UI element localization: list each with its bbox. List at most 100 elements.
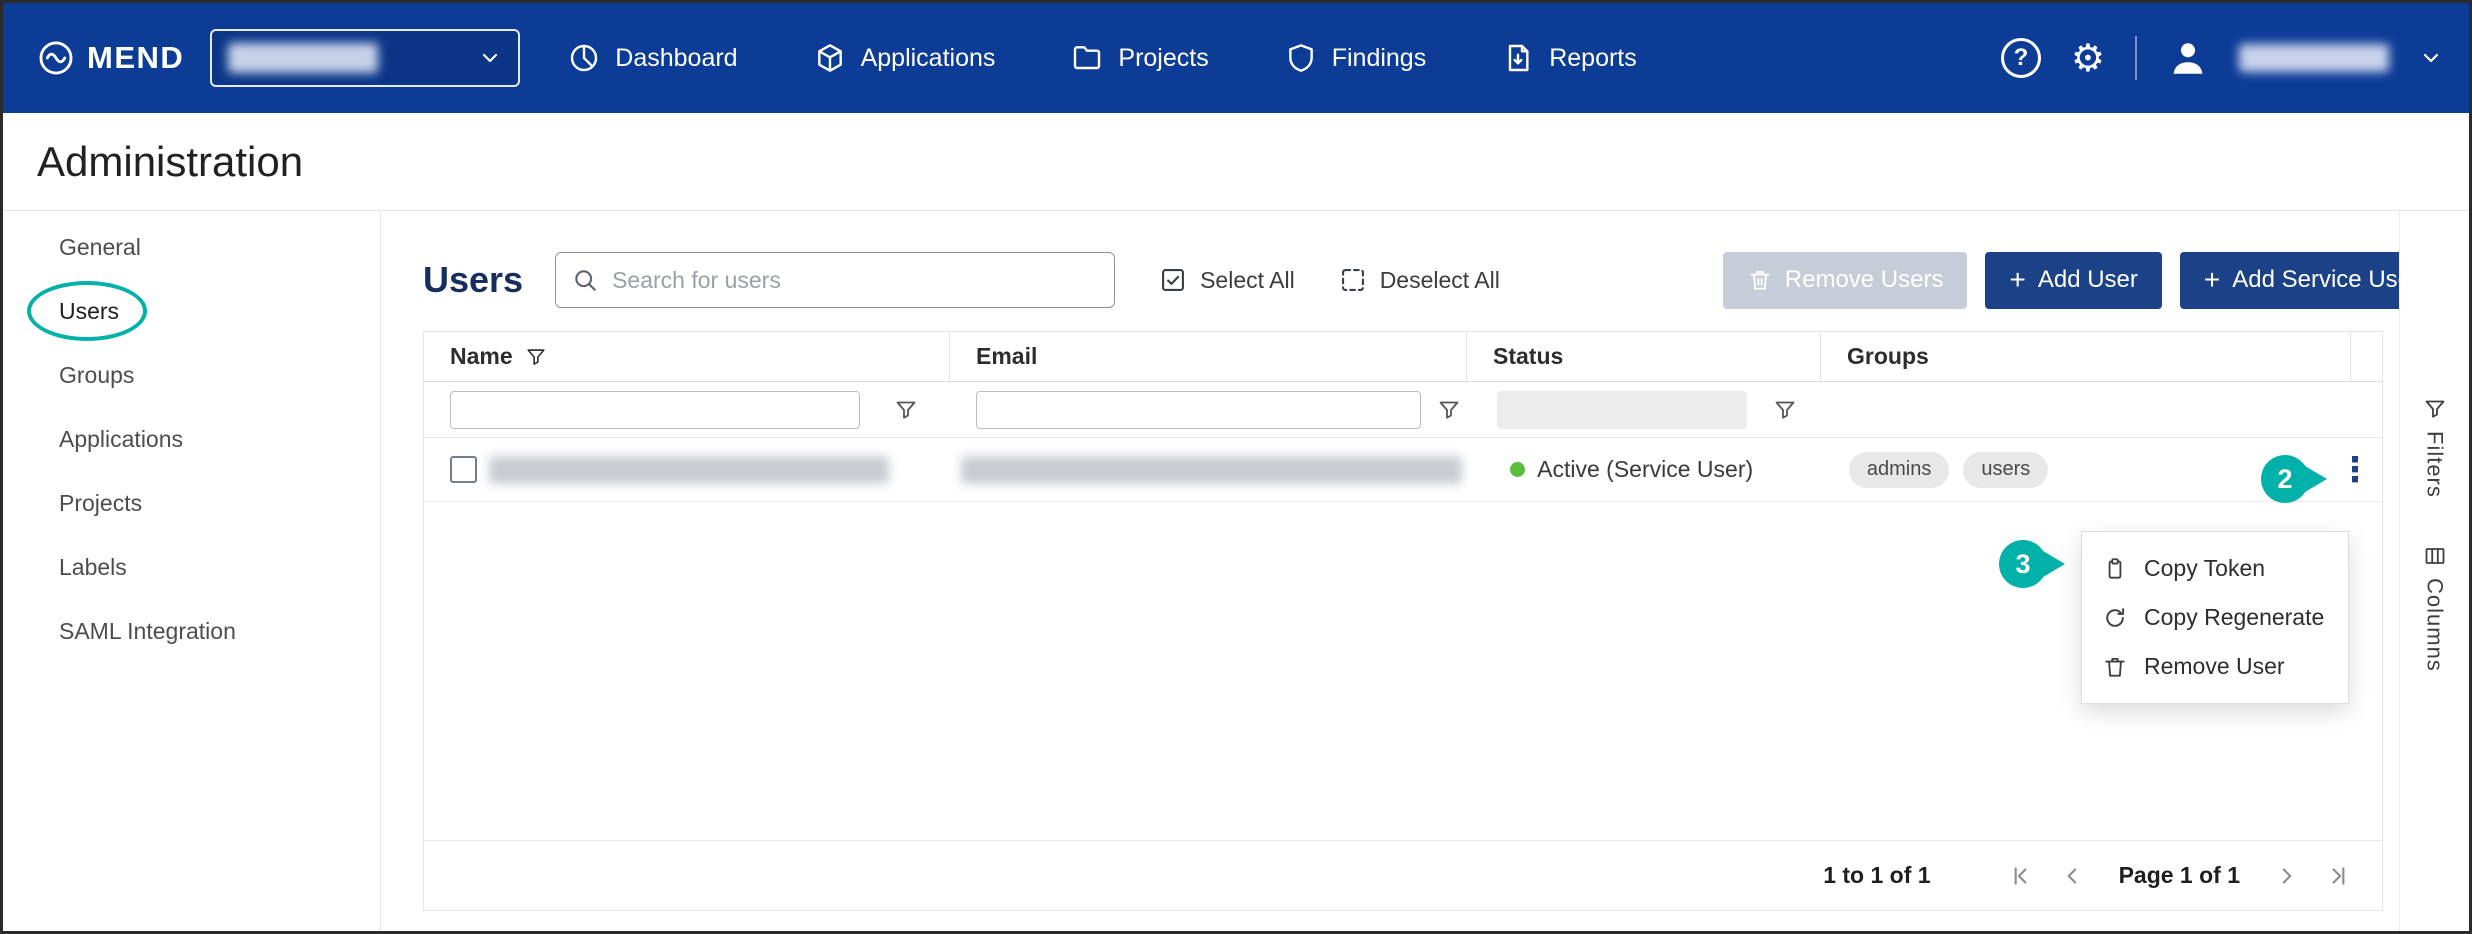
table-header-row: Name Email Status Groups: [424, 332, 2382, 382]
status-text: Active (Service User): [1537, 456, 1753, 483]
users-toolbar: Users Select All: [423, 251, 2443, 309]
sidebar-item-users[interactable]: Users: [3, 279, 380, 343]
deselect-all-button[interactable]: Deselect All: [1339, 266, 1500, 294]
nav-item-projects[interactable]: Projects: [1071, 42, 1208, 74]
organization-name-redacted: [228, 43, 378, 73]
tab-filters[interactable]: Filters: [2422, 397, 2448, 498]
avatar-icon[interactable]: [2167, 37, 2209, 79]
sidebar-item-general[interactable]: General: [3, 215, 380, 279]
trash-icon: [1747, 267, 1773, 293]
deselect-all-label: Deselect All: [1380, 267, 1500, 294]
menu-item-copy-token[interactable]: Copy Token: [2082, 544, 2348, 593]
nav-item-reports[interactable]: Reports: [1502, 42, 1637, 74]
help-icon[interactable]: ?: [2001, 38, 2041, 78]
filter-icon[interactable]: [1437, 398, 1461, 422]
app-window: MEND Dashboard Applications: [0, 0, 2472, 934]
reports-icon: [1502, 42, 1534, 74]
page-title: Administration: [37, 138, 303, 186]
filter-icon[interactable]: [525, 346, 547, 368]
nav-label: Dashboard: [615, 44, 737, 73]
search-input[interactable]: [612, 267, 1098, 294]
filter-icon[interactable]: [1773, 398, 1797, 422]
column-header-status: Status: [1467, 332, 1821, 381]
nav-label: Reports: [1549, 44, 1637, 73]
plus-icon: +: [2204, 266, 2220, 294]
sidebar-item-label: General: [59, 234, 141, 261]
sidebar-item-saml-integration[interactable]: SAML Integration: [3, 599, 380, 663]
filter-cell-status: [1467, 382, 1821, 437]
page-header: Administration: [3, 113, 2469, 211]
pagination-bar: 1 to 1 of 1 Page 1 of 1: [424, 840, 2382, 910]
row-checkbox[interactable]: [450, 456, 477, 483]
navbar-right: ? ⚙: [2001, 36, 2443, 80]
user-email-redacted: [961, 456, 1462, 484]
sidebar-item-groups[interactable]: Groups: [3, 343, 380, 407]
column-header-name: Name: [424, 332, 950, 381]
tab-columns[interactable]: Columns: [2422, 544, 2448, 672]
user-name-redacted: [489, 456, 889, 484]
email-filter-input[interactable]: [976, 391, 1421, 429]
menu-item-copy-regenerate[interactable]: Copy Regenerate: [2082, 593, 2348, 642]
sidebar-item-label: Users: [59, 298, 119, 325]
add-user-button[interactable]: + Add User: [1985, 252, 2161, 309]
nav-item-applications[interactable]: Applications: [814, 42, 996, 74]
menu-item-remove-user[interactable]: Remove User: [2082, 642, 2348, 691]
deselect-all-icon: [1339, 266, 1367, 294]
sidebar-item-label: SAML Integration: [59, 618, 236, 645]
select-all-label: Select All: [1200, 267, 1295, 294]
filter-cell-email: [950, 382, 1467, 437]
nav-divider: [2135, 36, 2137, 80]
user-name-redacted: [2239, 44, 2389, 72]
nav-item-findings[interactable]: Findings: [1285, 42, 1427, 74]
remove-users-button[interactable]: Remove Users: [1723, 252, 1968, 309]
chevron-down-icon[interactable]: [2419, 46, 2443, 70]
row-actions-context-menu: Copy Token Copy Regenerate Remove User: [2081, 531, 2349, 704]
brand-name: MEND: [87, 40, 184, 76]
cell-email: [945, 438, 1462, 501]
copy-icon: [2102, 556, 2128, 582]
users-heading: Users: [423, 259, 523, 301]
search-icon: [572, 267, 598, 293]
column-label: Name: [450, 343, 513, 370]
column-header-email: Email: [950, 332, 1467, 381]
organization-dropdown[interactable]: [210, 29, 520, 87]
last-page-icon[interactable]: [2326, 863, 2352, 889]
row-actions-kebab-icon[interactable]: ⋮: [2338, 453, 2372, 487]
filter-icon[interactable]: [894, 398, 918, 422]
gear-icon[interactable]: ⚙: [2071, 39, 2105, 77]
cell-actions: ⋮: [2338, 438, 2382, 501]
sidebar-item-label: Labels: [59, 554, 127, 581]
search-box: [555, 252, 1115, 308]
table-filter-row: [424, 382, 2382, 438]
next-page-icon[interactable]: [2274, 863, 2300, 889]
brand: MEND: [37, 39, 184, 77]
cell-groups: admins users: [1813, 438, 2338, 501]
group-badge: admins: [1849, 452, 1949, 488]
trash-icon: [2102, 654, 2128, 680]
name-filter-input[interactable]: [450, 391, 860, 429]
mend-logo-icon: [37, 39, 75, 77]
sidebar-item-label: Groups: [59, 362, 134, 389]
select-all-checkbox-icon: [1159, 266, 1187, 294]
menu-item-label: Copy Regenerate: [2144, 604, 2324, 631]
pagination-page-text: Page 1 of 1: [2119, 862, 2240, 889]
nav-label: Applications: [861, 44, 996, 73]
sidebar-item-label: Projects: [59, 490, 142, 517]
column-label: Status: [1493, 343, 1563, 370]
select-all-button[interactable]: Select All: [1159, 266, 1295, 294]
previous-page-icon[interactable]: [2059, 863, 2085, 889]
columns-icon: [2423, 544, 2447, 568]
menu-item-label: Copy Token: [2144, 555, 2265, 582]
filter-cell-name: [424, 382, 950, 437]
column-header-groups: Groups: [1821, 332, 2351, 381]
table-row: Active (Service User) admins users ⋮: [424, 438, 2382, 502]
add-user-label: Add User: [2038, 266, 2138, 294]
sidebar-item-applications[interactable]: Applications: [3, 407, 380, 471]
sidebar-item-projects[interactable]: Projects: [3, 471, 380, 535]
nav-item-dashboard[interactable]: Dashboard: [568, 42, 737, 74]
status-filter-input[interactable]: [1497, 391, 1747, 429]
column-header-actions: [2351, 332, 2382, 381]
admin-sidebar: General Users Groups Applications Projec…: [3, 211, 381, 931]
sidebar-item-labels[interactable]: Labels: [3, 535, 380, 599]
first-page-icon[interactable]: [2007, 863, 2033, 889]
